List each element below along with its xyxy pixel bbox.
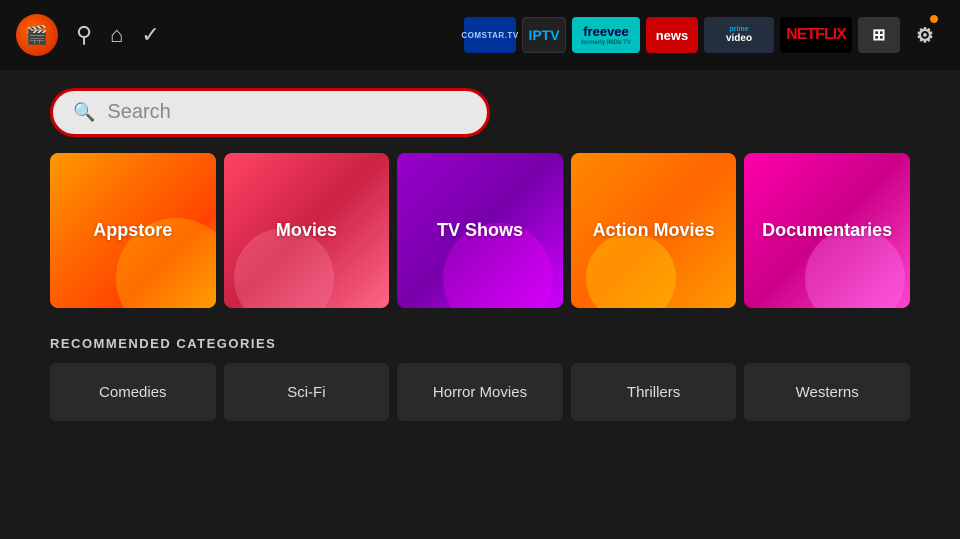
nav-left-group: 🎬 ⚲ ⌂ ✓ xyxy=(16,14,160,56)
search-nav-icon[interactable]: ⚲ xyxy=(76,22,92,48)
rec-item-comedies[interactable]: Comedies xyxy=(50,363,216,421)
category-tvshows[interactable]: TV Shows xyxy=(397,153,563,308)
search-input[interactable]: Search xyxy=(107,101,467,124)
westerns-label: Westerns xyxy=(796,384,859,401)
rec-item-thrillers[interactable]: Thrillers xyxy=(571,363,737,421)
freevee-main-label: freevee xyxy=(583,24,629,39)
documentaries-label: Documentaries xyxy=(762,220,892,241)
iptv-label: IPTV xyxy=(528,27,559,43)
categories-grid: Appstore Movies TV Shows Action Movies D… xyxy=(0,153,960,308)
netflix-label: NETFLIX xyxy=(786,26,846,44)
movies-label: Movies xyxy=(276,220,337,241)
search-bar[interactable]: 🔍 Search xyxy=(50,88,490,137)
horror-label: Horror Movies xyxy=(433,384,527,401)
prime-top-label: prime xyxy=(729,26,748,33)
gear-icon: ⚙ xyxy=(916,23,934,48)
bookmark-icon[interactable]: ✓ xyxy=(141,22,159,48)
news-badge[interactable]: news xyxy=(646,17,698,53)
freevee-badge[interactable]: freevee formerly IMDb TV xyxy=(572,17,640,53)
category-documentaries[interactable]: Documentaries xyxy=(744,153,910,308)
iptv-badge[interactable]: IPTV xyxy=(522,17,566,53)
action-movies-label: Action Movies xyxy=(593,220,715,241)
freevee-sub-label: formerly IMDb TV xyxy=(581,40,631,46)
prime-badge[interactable]: prime video xyxy=(704,17,774,53)
avatar[interactable]: 🎬 xyxy=(16,14,58,56)
recommended-title: RECOMMENDED CATEGORIES xyxy=(50,336,910,351)
scifi-label: Sci-Fi xyxy=(287,384,325,401)
recommended-section: RECOMMENDED CATEGORIES Comedies Sci-Fi H… xyxy=(0,336,960,421)
recommended-list: Comedies Sci-Fi Horror Movies Thrillers … xyxy=(50,363,910,421)
news-label: news xyxy=(656,28,689,43)
settings-badge[interactable]: ⚙ xyxy=(906,17,944,53)
thrillers-label: Thrillers xyxy=(627,384,680,401)
comedies-label: Comedies xyxy=(99,384,167,401)
apps-grid-icon: ⊞ xyxy=(872,25,885,45)
prime-bottom-label: video xyxy=(726,33,752,44)
category-appstore[interactable]: Appstore xyxy=(50,153,216,308)
apps-grid-badge[interactable]: ⊞ xyxy=(858,17,900,53)
category-action-movies[interactable]: Action Movies xyxy=(571,153,737,308)
rec-item-westerns[interactable]: Westerns xyxy=(744,363,910,421)
appstore-label: Appstore xyxy=(93,220,172,241)
top-navigation: 🎬 ⚲ ⌂ ✓ COMSTAR.TV IPTV freevee formerly… xyxy=(0,0,960,70)
rec-item-scifi[interactable]: Sci-Fi xyxy=(224,363,390,421)
channel-badges: COMSTAR.TV IPTV freevee formerly IMDb TV… xyxy=(464,17,944,53)
search-icon: 🔍 xyxy=(73,102,95,123)
settings-notification-dot xyxy=(930,15,938,23)
comstar-label: COMSTAR.TV xyxy=(461,31,518,40)
category-movies[interactable]: Movies xyxy=(224,153,390,308)
netflix-badge[interactable]: NETFLIX xyxy=(780,17,852,53)
rec-item-horror[interactable]: Horror Movies xyxy=(397,363,563,421)
tvshows-label: TV Shows xyxy=(437,220,523,241)
comstar-badge[interactable]: COMSTAR.TV xyxy=(464,17,516,53)
home-icon[interactable]: ⌂ xyxy=(110,22,123,48)
search-section: 🔍 Search xyxy=(0,70,960,153)
